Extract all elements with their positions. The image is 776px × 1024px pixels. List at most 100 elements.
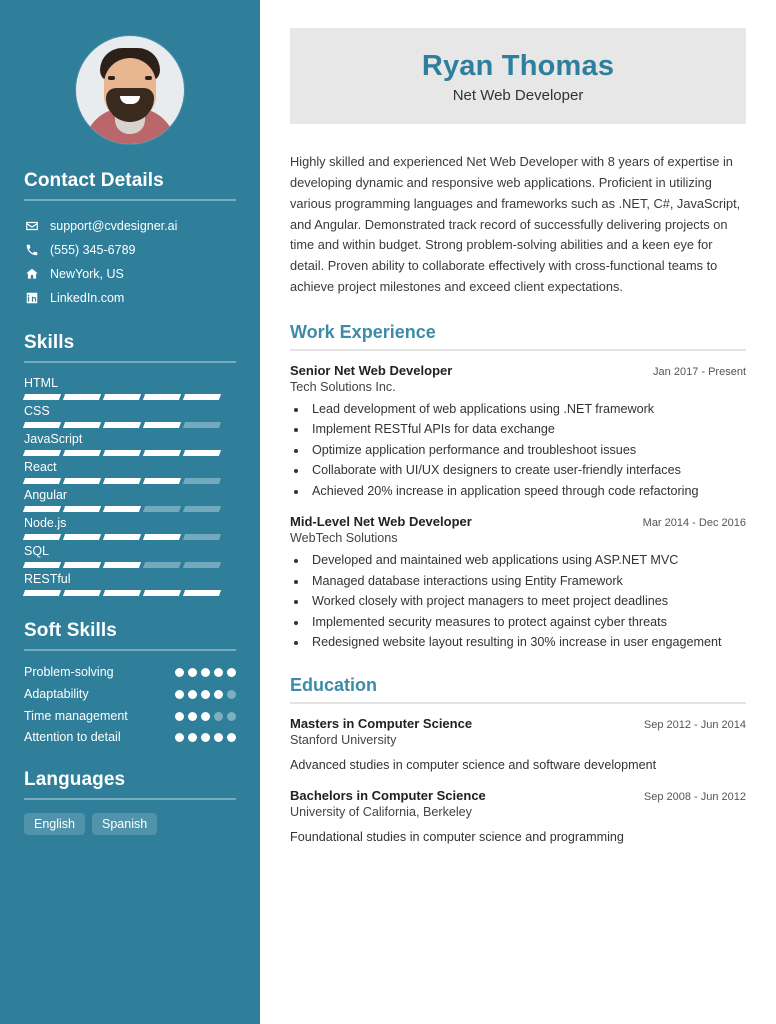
contact-item-phone[interactable]: (555) 345-6789 bbox=[24, 238, 236, 262]
soft-skill-rating bbox=[175, 686, 236, 699]
education-entry-list: Masters in Computer Science Sep 2012 - Ju… bbox=[290, 716, 746, 847]
skill-segment bbox=[142, 450, 182, 456]
contact-item-linkedin[interactable]: LinkedIn.com bbox=[24, 286, 236, 310]
rating-dot bbox=[175, 733, 184, 743]
skill-segment bbox=[182, 562, 222, 568]
skill-segment bbox=[142, 590, 182, 596]
bullet-item: Lead development of web applications usi… bbox=[308, 400, 746, 420]
skill-segment bbox=[102, 422, 142, 428]
work-entry: Mid-Level Net Web Developer Mar 2014 - De… bbox=[290, 514, 746, 653]
skill-row: SQL bbox=[22, 544, 236, 568]
skill-segment bbox=[102, 562, 142, 568]
soft-skill-name: Problem-solving bbox=[24, 665, 114, 679]
skill-segment bbox=[62, 478, 102, 484]
skill-row: Angular bbox=[22, 488, 236, 512]
rating-dot bbox=[175, 668, 184, 677]
skill-row: JavaScript bbox=[22, 432, 236, 456]
work-entry-bullets: Lead development of web applications usi… bbox=[308, 400, 746, 502]
avatar-container bbox=[0, 0, 260, 170]
job-role: Net Web Developer bbox=[452, 87, 584, 105]
rating-dot bbox=[227, 668, 236, 677]
work-entry-bullets: Developed and maintained web application… bbox=[308, 551, 746, 653]
bullet-item: Optimize application performance and tro… bbox=[308, 441, 746, 461]
envelope-icon bbox=[24, 219, 39, 234]
contact-linkedin-value: LinkedIn.com bbox=[50, 291, 125, 305]
resume-page: Contact Details support@cvdesigner.ai (5… bbox=[0, 0, 776, 1024]
skill-segment bbox=[102, 394, 142, 400]
contact-list: support@cvdesigner.ai (555) 345-6789 New… bbox=[24, 214, 236, 310]
skill-level-bar bbox=[22, 562, 222, 568]
bullet-item: Developed and maintained web application… bbox=[308, 551, 746, 571]
education-entry-org: University of California, Berkeley bbox=[290, 804, 472, 819]
skill-segment bbox=[22, 478, 62, 484]
education-entry-header: Bachelors in Computer Science Sep 2008 - … bbox=[290, 788, 746, 803]
bullet-item: Implemented security measures to protect… bbox=[308, 613, 746, 633]
skills-section: Skills HTML CSS JavaScript React Angular Node… bbox=[0, 332, 260, 596]
contact-divider bbox=[24, 199, 236, 201]
soft-skill-row: Attention to detail bbox=[24, 729, 236, 747]
rating-dot bbox=[188, 711, 197, 721]
bullet-item: Worked closely with project managers to … bbox=[308, 592, 746, 612]
soft-skill-rating bbox=[175, 708, 236, 721]
education-entry-description: Advanced studies in computer science and… bbox=[290, 757, 657, 772]
rating-dot bbox=[214, 733, 223, 743]
skill-segment bbox=[102, 506, 142, 512]
education-entry-title: Bachelors in Computer Science bbox=[290, 787, 486, 803]
skill-segment bbox=[62, 450, 102, 456]
skill-segment bbox=[182, 534, 222, 540]
skill-segment bbox=[102, 450, 142, 456]
work-entry-title: Senior Net Web Developer bbox=[290, 362, 453, 378]
contact-item-location[interactable]: NewYork, US bbox=[24, 262, 236, 286]
education-entry: Masters in Computer Science Sep 2012 - Ju… bbox=[290, 716, 746, 775]
rating-dot bbox=[214, 668, 223, 677]
skill-level-bar bbox=[22, 478, 222, 484]
skill-segment bbox=[62, 562, 102, 568]
work-entry-list: Senior Net Web Developer Jan 2017 - Prese… bbox=[290, 363, 746, 653]
skills-divider bbox=[24, 361, 236, 363]
sidebar: Contact Details support@cvdesigner.ai (5… bbox=[0, 0, 260, 1024]
soft-skill-row: Problem-solving bbox=[24, 664, 236, 682]
languages-divider bbox=[24, 798, 236, 800]
soft-skills-list: Problem-solving Adaptability Time manageme… bbox=[24, 664, 236, 747]
work-entry-header: Senior Net Web Developer Jan 2017 - Prese… bbox=[290, 363, 746, 378]
skill-level-bar bbox=[22, 506, 222, 512]
education-section: Education Masters in Computer Science Sep… bbox=[290, 675, 746, 847]
contact-email-value: support@cvdesigner.ai bbox=[50, 219, 178, 233]
skill-segment bbox=[182, 450, 222, 456]
education-heading: Education bbox=[290, 674, 378, 695]
work-entry-date: Jan 2017 - Present bbox=[653, 365, 746, 378]
skill-segment bbox=[142, 422, 182, 428]
bullet-item: Implement RESTful APIs for data exchange bbox=[308, 420, 746, 440]
contact-details-section: Contact Details support@cvdesigner.ai (5… bbox=[0, 170, 260, 310]
bullet-item: Managed database interactions using Enti… bbox=[308, 572, 746, 592]
rating-dot bbox=[201, 711, 210, 721]
education-entry-date: Sep 2012 - Jun 2014 bbox=[643, 718, 746, 731]
language-tag-list: English Spanish bbox=[24, 813, 236, 835]
skill-name: SQL bbox=[24, 544, 50, 558]
skill-row: Node.js bbox=[22, 516, 236, 540]
soft-skill-row: Time management bbox=[24, 708, 236, 726]
page-title: Ryan Thomas bbox=[421, 50, 615, 82]
work-entry-org: Tech Solutions Inc. bbox=[290, 379, 396, 394]
contact-item-email[interactable]: support@cvdesigner.ai bbox=[24, 214, 236, 238]
soft-skills-section: Soft Skills Problem-solving Adaptability T… bbox=[0, 620, 260, 747]
rating-dot bbox=[188, 689, 197, 699]
rating-dot bbox=[214, 711, 223, 721]
skill-level-bar bbox=[22, 534, 222, 540]
rating-dot bbox=[201, 668, 210, 677]
skill-name: HTML bbox=[24, 376, 59, 390]
skill-segment bbox=[22, 422, 62, 428]
skill-segment bbox=[22, 506, 62, 512]
skill-segment bbox=[102, 534, 142, 540]
education-entry-org: Stanford University bbox=[290, 732, 397, 747]
skill-segment bbox=[62, 534, 102, 540]
skills-heading: Skills bbox=[24, 332, 75, 353]
skill-name: React bbox=[24, 460, 57, 474]
soft-skill-row: Adaptability bbox=[24, 686, 236, 704]
work-entry-title: Mid-Level Net Web Developer bbox=[290, 514, 472, 530]
main-content: Ryan Thomas Net Web Developer Highly ski… bbox=[260, 0, 776, 1024]
skill-segment bbox=[102, 478, 142, 484]
work-experience-section: Work Experience Senior Net Web Developer… bbox=[290, 322, 746, 653]
skill-segment bbox=[22, 562, 62, 568]
rating-dot bbox=[188, 733, 197, 743]
